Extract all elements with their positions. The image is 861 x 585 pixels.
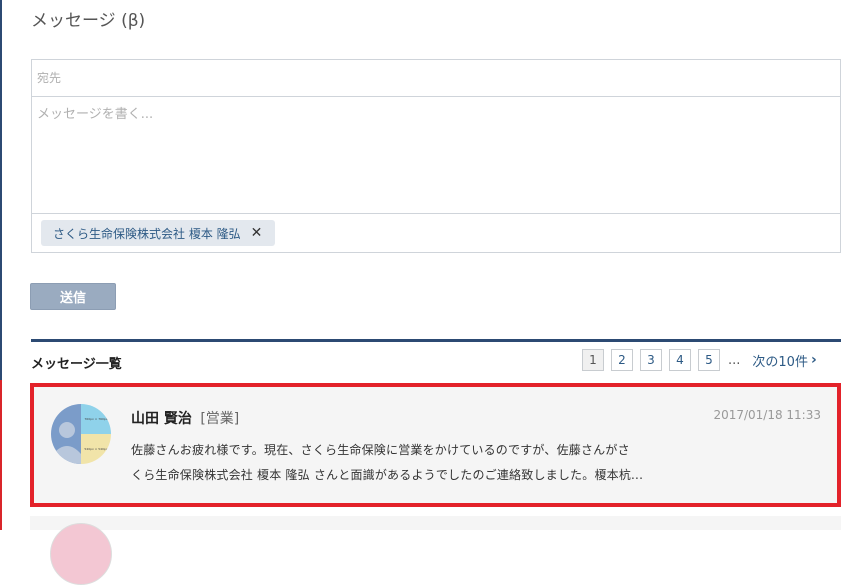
message-sender: 山田 賢治 [営業] [131,408,239,428]
page-title: メッセージ (β) [31,11,146,31]
page-button-4[interactable]: 4 [669,349,691,371]
next-page-link[interactable]: 次の10件 › [752,351,816,370]
avatar-label-bottom: 540px × 540px [84,447,107,451]
sender-department: [営業] [200,411,240,427]
section-divider [31,339,841,342]
message-timestamp: 2017/01/18 11:33 [713,408,821,422]
message-card[interactable]: 760px × 760px 540px × 540px 山田 賢治 [営業] 2… [30,383,841,507]
message-body-input[interactable] [32,97,832,213]
avatar-label-top: 760px × 760px [84,417,107,421]
sender-name: 山田 賢治 [131,411,192,427]
message-list-title: メッセージ一覧 [31,357,122,372]
send-button[interactable]: 送信 [30,283,116,310]
page-button-1[interactable]: 1 [582,349,604,371]
message-preview-line: くら生命保険株式会社 榎本 隆弘 さんと面識があるようでしたのご連絡致しました。… [131,468,644,482]
avatar: 760px × 760px 540px × 540px [51,404,111,464]
next-page-label: 次の10件 [752,354,808,370]
avatar-image: 760px × 760px 540px × 540px [51,404,111,464]
close-icon[interactable]: ✕ [251,225,263,241]
recipient-chip: さくら生命保険株式会社 榎本 隆弘 ✕ [41,220,276,246]
message-preview: 佐藤さんお疲れ様です。現在、さくら生命保険に営業をかけているのですが、佐藤さんが… [131,438,691,488]
chevron-right-icon: › [810,352,817,368]
avatar [50,523,112,585]
compose-form: さくら生命保険株式会社 榎本 隆弘 ✕ [31,59,841,253]
recipient-list: さくら生命保険株式会社 榎本 隆弘 ✕ [32,214,840,252]
recipient-chip-label: さくら生命保険株式会社 榎本 隆弘 [53,226,241,241]
message-card[interactable] [30,516,841,530]
pagination: 1 2 3 4 5 ... 次の10件 › [582,349,817,371]
page-button-2[interactable]: 2 [611,349,633,371]
to-input[interactable] [37,71,817,85]
page-button-3[interactable]: 3 [640,349,662,371]
pagination-ellipsis: ... [728,352,741,368]
left-border-highlight [0,380,2,530]
message-body-area [32,97,840,214]
page-button-5[interactable]: 5 [698,349,720,371]
message-preview-line: 佐藤さんお疲れ様です。現在、さくら生命保険に営業をかけているのですが、佐藤さんが… [131,443,630,457]
to-field [32,60,840,97]
